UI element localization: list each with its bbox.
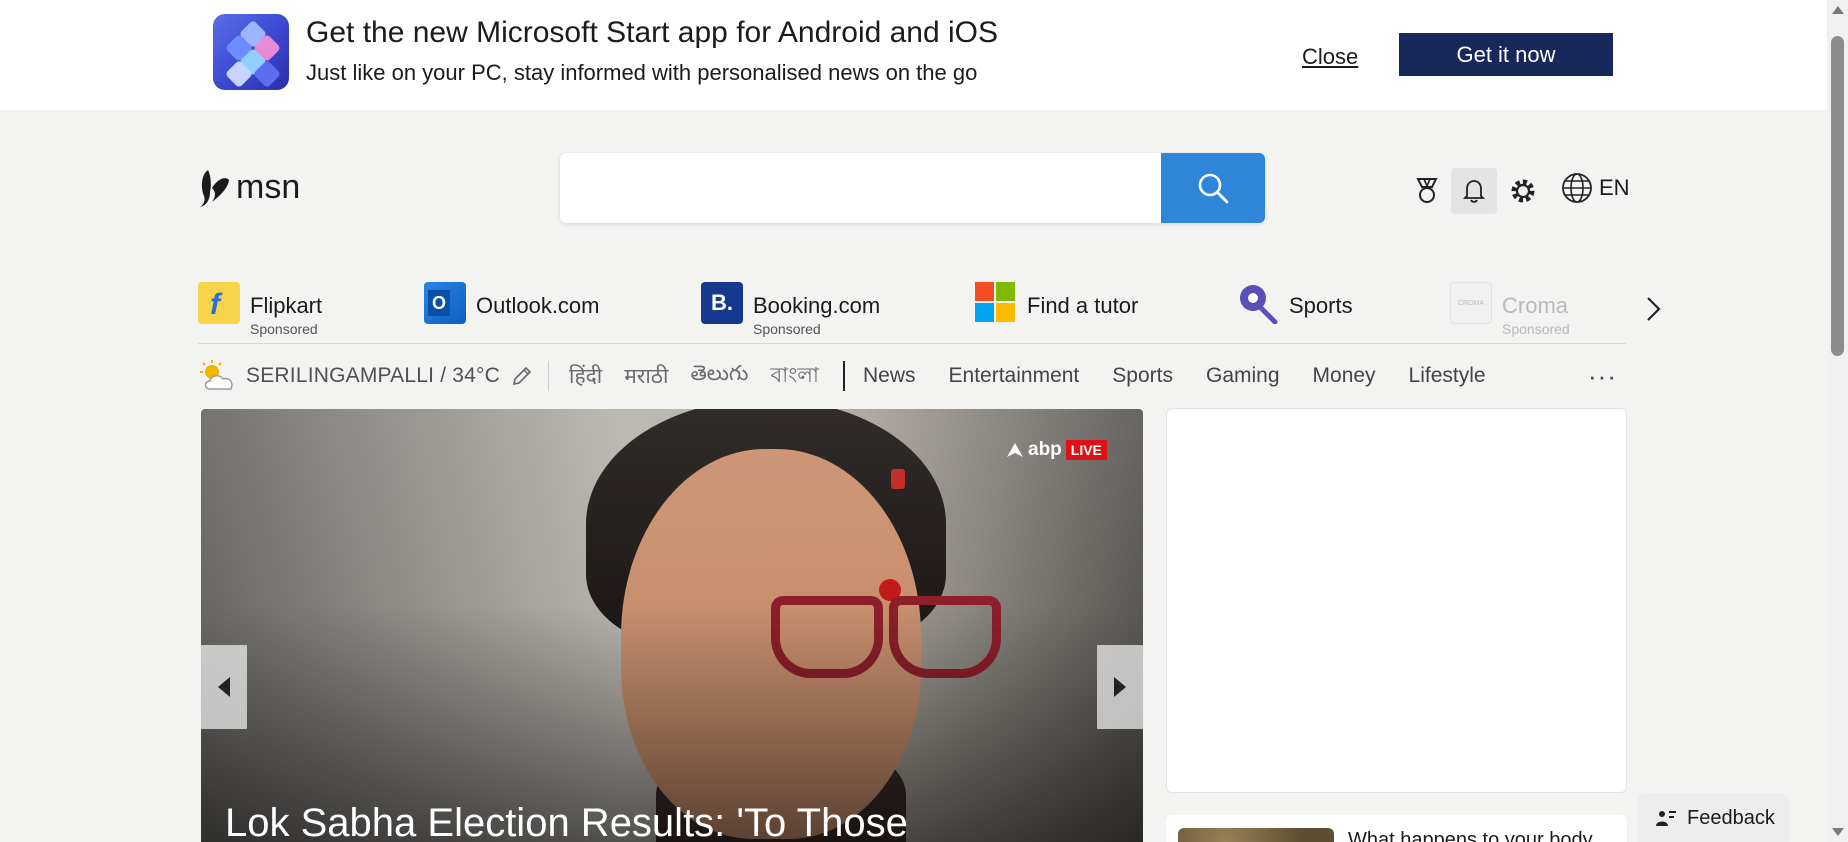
bell-icon <box>1462 180 1486 203</box>
sponsored-label: Sponsored <box>1502 321 1570 337</box>
quick-link-label: Sports <box>1289 293 1353 318</box>
quick-link-label: Find a tutor <box>1027 293 1139 318</box>
search-button[interactable] <box>1161 153 1265 223</box>
hero-headline[interactable]: Lok Sabha Election Results: 'To Those <box>225 801 908 842</box>
scroll-down-arrow-icon[interactable] <box>1832 828 1844 836</box>
quick-link-label: Croma <box>1502 293 1569 318</box>
news-card-thumbnail <box>1178 828 1334 842</box>
app-promo-banner: Get the new Microsoft Start app for Andr… <box>0 0 1827 110</box>
language-link-bangla[interactable]: বাংলা <box>770 359 819 394</box>
page-scrollbar[interactable] <box>1827 0 1848 842</box>
search-input[interactable] <box>560 153 1161 223</box>
scroll-thumb[interactable] <box>1831 36 1844 356</box>
weather-location-temp: SERILINGAMPALLI / 34°C <box>246 364 501 387</box>
msn-butterfly-icon <box>200 170 229 207</box>
rewards-button[interactable] <box>1404 168 1450 214</box>
live-badge: LIVE <box>1065 440 1107 460</box>
divider <box>843 361 846 391</box>
logo-text: msn <box>236 167 301 206</box>
sponsored-label: Sponsored <box>753 321 821 337</box>
search-icon <box>1198 173 1229 204</box>
feedback-button[interactable]: Feedback <box>1639 795 1788 842</box>
banner-title: Get the new Microsoft Start app for Andr… <box>306 16 999 49</box>
source-name: abp <box>1028 439 1062 460</box>
caret-left-icon <box>218 677 230 697</box>
croma-icon: CROMA <box>1450 282 1492 324</box>
msn-logo[interactable]: msn <box>198 166 300 208</box>
scroll-up-arrow-icon[interactable] <box>1832 6 1844 14</box>
quick-link-label: Outlook.com <box>476 293 600 318</box>
quick-link-flipkart[interactable]: f Flipkart Sponsored <box>198 282 322 337</box>
notifications-button[interactable] <box>1451 168 1497 214</box>
banner-subtitle: Just like on your PC, stay informed with… <box>306 60 978 85</box>
quick-link-label: Flipkart <box>250 293 323 318</box>
nav-item-news[interactable]: News <box>863 364 916 388</box>
get-it-now-button[interactable]: Get it now <box>1399 33 1613 76</box>
news-card-title: What happens to your body <box>1348 829 1593 842</box>
hero-carousel[interactable]: abp LIVE Lok Sabha Election Results: 'To… <box>201 409 1143 842</box>
quick-links-bar: f Flipkart Sponsored O Outlook.com B. Bo… <box>198 282 1626 344</box>
quick-link-croma[interactable]: CROMA Croma Sponsored <box>1450 282 1570 337</box>
search-box <box>560 153 1265 223</box>
sponsored-label: Sponsored <box>250 321 318 337</box>
microsoft-start-app-icon <box>213 14 289 90</box>
settings-button[interactable] <box>1500 168 1546 214</box>
ad-slot <box>1166 408 1627 793</box>
nav-item-sports[interactable]: Sports <box>1112 364 1173 388</box>
quick-links-next-button[interactable] <box>1638 294 1668 324</box>
quick-link-booking[interactable]: B. Booking.com Sponsored <box>701 282 880 337</box>
language-label: EN <box>1599 175 1630 200</box>
more-menu-button[interactable]: ··· <box>1588 356 1617 396</box>
booking-icon: B. <box>701 282 743 324</box>
outlook-icon: O <box>424 282 466 324</box>
trophy-icon <box>1416 178 1438 203</box>
language-link-hindi[interactable]: हिंदी <box>569 362 602 390</box>
source-badge: abp LIVE <box>1006 439 1107 461</box>
nav-item-money[interactable]: Money <box>1313 364 1376 388</box>
weather-widget[interactable]: SERILINGAMPALLI / 34°C <box>198 359 534 393</box>
abp-logo-icon <box>1007 443 1023 457</box>
tutor-icon <box>975 282 1017 324</box>
edit-pencil-icon[interactable] <box>510 364 534 388</box>
quick-link-sports[interactable]: Sports <box>1237 282 1353 325</box>
flipkart-icon: f <box>198 282 240 324</box>
nav-item-entertainment[interactable]: Entertainment <box>949 364 1080 388</box>
news-card[interactable]: What happens to your body <box>1166 815 1627 842</box>
divider <box>548 361 550 391</box>
caret-right-icon <box>1114 677 1126 697</box>
partly-sunny-icon <box>200 360 233 390</box>
banner-close-link[interactable]: Close <box>1302 44 1358 70</box>
carousel-next-button[interactable] <box>1097 645 1143 729</box>
nav-item-lifestyle[interactable]: Lifestyle <box>1409 364 1486 388</box>
chevron-right-icon <box>1647 297 1661 321</box>
feedback-label: Feedback <box>1687 807 1775 829</box>
language-link-telugu[interactable]: తెలుగు <box>690 361 748 391</box>
hero-overlay <box>201 409 1143 842</box>
quick-link-label: Booking.com <box>753 293 881 318</box>
globe-icon <box>1562 173 1592 203</box>
quick-link-outlook[interactable]: O Outlook.com <box>424 282 600 324</box>
carousel-prev-button[interactable] <box>201 645 247 729</box>
quick-link-find-a-tutor[interactable]: Find a tutor <box>975 282 1138 324</box>
feedback-icon <box>1656 810 1676 826</box>
category-nav: SERILINGAMPALLI / 34°C हिंदी मराठी తెలుగ… <box>198 356 1628 396</box>
sports-icon <box>1237 282 1279 325</box>
language-link-marathi[interactable]: मराठी <box>624 362 668 390</box>
language-selector[interactable]: EN <box>1561 172 1630 204</box>
nav-item-gaming[interactable]: Gaming <box>1206 364 1280 388</box>
gear-icon <box>1511 179 1535 203</box>
